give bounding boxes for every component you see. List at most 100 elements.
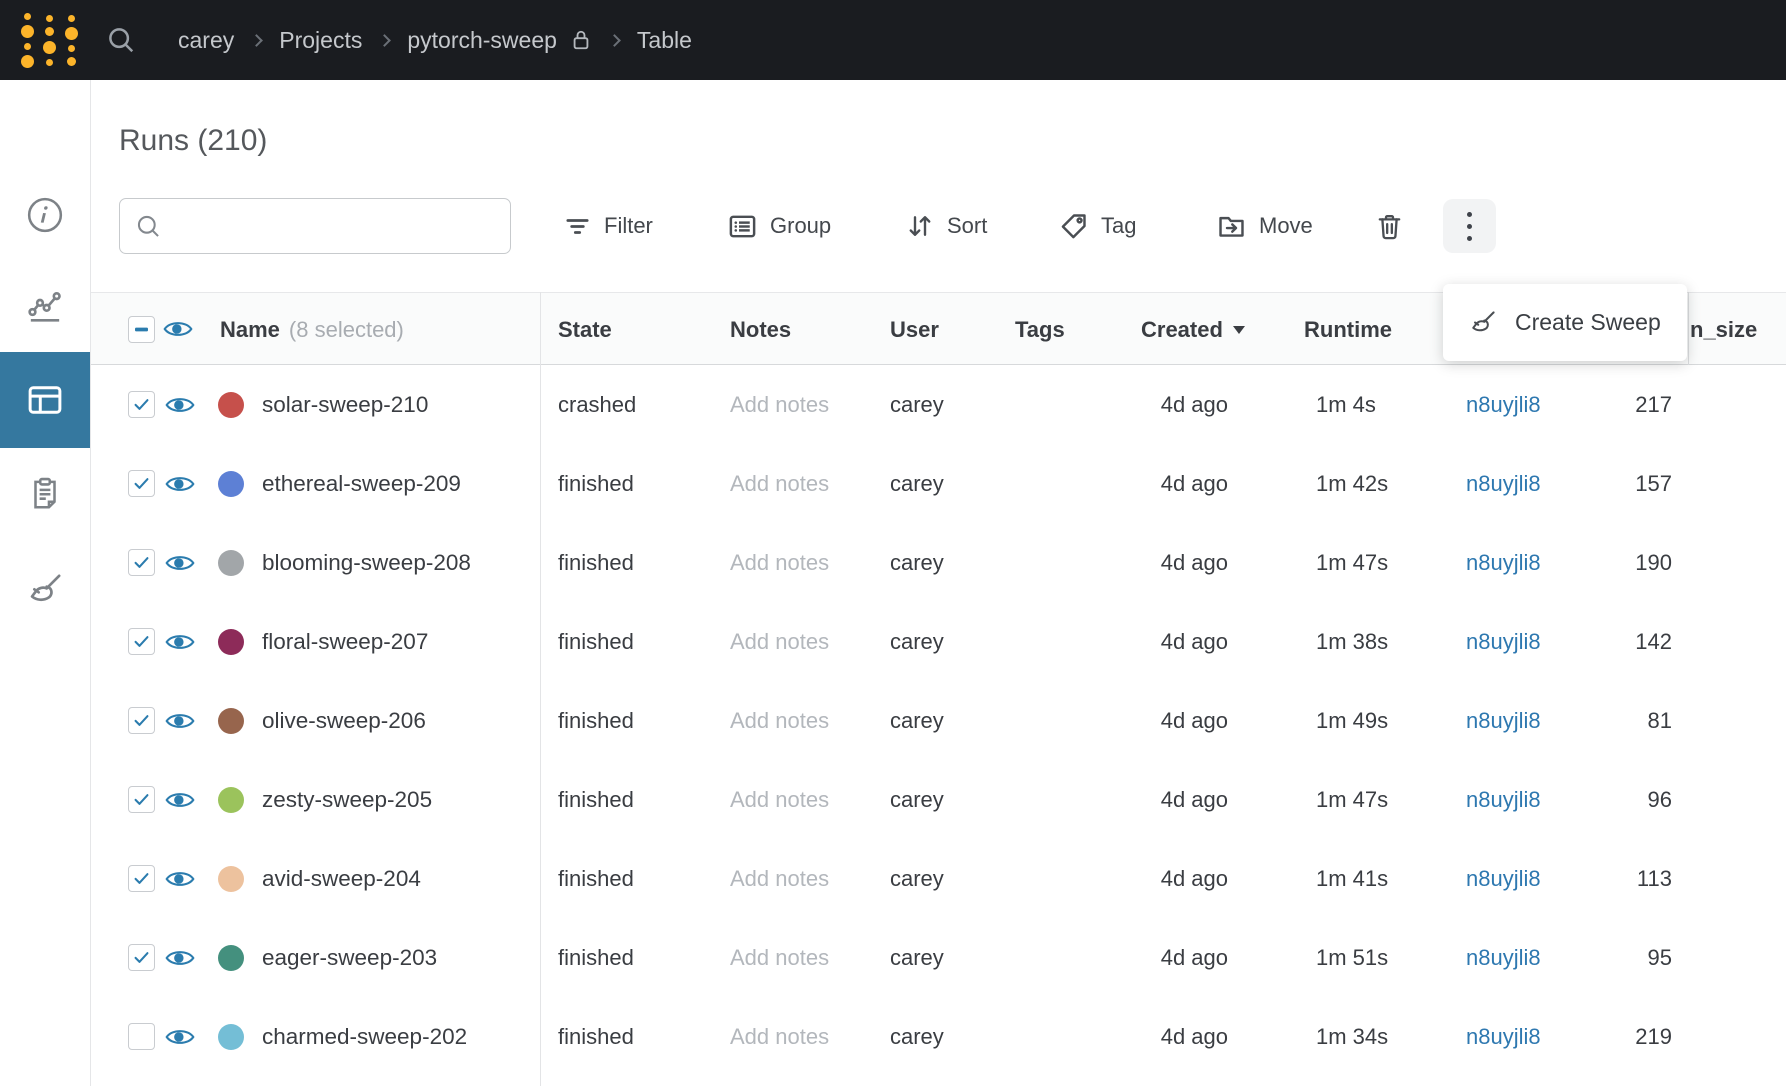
clipboard-icon xyxy=(26,474,64,512)
row-checkbox[interactable] xyxy=(128,707,155,734)
run-name-link[interactable]: solar-sweep-210 xyxy=(262,365,428,444)
breadcrumb-item[interactable]: Projects xyxy=(279,27,362,54)
run-created: 4d ago xyxy=(1081,997,1228,1076)
search-icon[interactable] xyxy=(106,25,136,55)
sort-button[interactable]: Sort xyxy=(905,198,987,254)
sweep-link[interactable]: n8uyjli8 xyxy=(1466,681,1541,760)
selected-count: (8 selected) xyxy=(289,317,404,343)
column-header-name[interactable]: Name (8 selected) xyxy=(220,293,404,366)
sidebar-item-charts[interactable] xyxy=(0,259,90,355)
add-notes-field[interactable]: Add notes xyxy=(730,839,829,918)
column-header-tags[interactable]: Tags xyxy=(1015,293,1065,366)
run-name-link[interactable]: zesty-sweep-205 xyxy=(262,760,432,839)
visibility-icon[interactable] xyxy=(165,628,195,656)
breadcrumb-item[interactable]: pytorch-sweep xyxy=(407,27,557,54)
run-name-link[interactable]: floral-sweep-207 xyxy=(262,602,428,681)
breadcrumb: carey Projects pytorch-sweep Table xyxy=(178,0,692,80)
row-checkbox[interactable] xyxy=(128,786,155,813)
sweep-link[interactable]: n8uyjli8 xyxy=(1466,760,1541,839)
run-name-link[interactable]: charmed-sweep-202 xyxy=(262,997,467,1076)
row-checkbox[interactable] xyxy=(128,628,155,655)
run-color-dot xyxy=(218,629,244,655)
run-created: 4d ago xyxy=(1081,681,1228,760)
move-button[interactable]: Move xyxy=(1216,198,1313,254)
group-icon xyxy=(727,211,758,242)
sweep-link[interactable]: n8uyjli8 xyxy=(1466,444,1541,523)
sidebar-item-info[interactable] xyxy=(0,167,90,263)
sweep-link[interactable]: n8uyjli8 xyxy=(1466,523,1541,602)
sidebar-item-runs-table[interactable] xyxy=(0,352,90,448)
column-header-notes[interactable]: Notes xyxy=(730,293,791,366)
run-state: finished xyxy=(558,444,634,523)
row-checkbox[interactable] xyxy=(128,549,155,576)
move-label: Move xyxy=(1259,213,1313,239)
visibility-icon[interactable] xyxy=(165,786,195,814)
add-notes-field[interactable]: Add notes xyxy=(730,681,829,760)
wandb-logo-icon[interactable] xyxy=(20,11,78,69)
check-icon xyxy=(132,395,151,414)
column-header-size-partial[interactable]: n_size xyxy=(1690,293,1757,366)
run-runtime: 1m 47s xyxy=(1316,760,1388,839)
visibility-icon[interactable] xyxy=(165,707,195,735)
row-checkbox[interactable] xyxy=(128,470,155,497)
visibility-icon[interactable] xyxy=(165,1023,195,1051)
sweep-link[interactable]: n8uyjli8 xyxy=(1466,839,1541,918)
column-header-runtime[interactable]: Runtime xyxy=(1304,293,1392,366)
run-name-link[interactable]: eager-sweep-203 xyxy=(262,918,437,997)
row-checkbox[interactable] xyxy=(128,1023,155,1050)
sweep-link[interactable]: n8uyjli8 xyxy=(1466,365,1541,444)
table-row: zesty-sweep-205 finished Add notes carey… xyxy=(91,760,1786,839)
add-notes-field[interactable]: Add notes xyxy=(730,918,829,997)
column-header-user[interactable]: User xyxy=(890,293,939,366)
run-created: 4d ago xyxy=(1081,365,1228,444)
run-state: finished xyxy=(558,918,634,997)
add-notes-field[interactable]: Add notes xyxy=(730,523,829,602)
group-button[interactable]: Group xyxy=(727,198,831,254)
create-sweep-menu-item[interactable]: Create Sweep xyxy=(1443,284,1687,361)
run-color-dot xyxy=(218,1024,244,1050)
sweep-link[interactable]: n8uyjli8 xyxy=(1466,602,1541,681)
delete-runs-button[interactable] xyxy=(1374,198,1405,254)
run-size-value: 95 xyxy=(1561,918,1672,997)
add-notes-field[interactable]: Add notes xyxy=(730,760,829,839)
column-header-created[interactable]: Created xyxy=(1141,293,1245,366)
row-checkbox[interactable] xyxy=(128,944,155,971)
add-notes-field[interactable]: Add notes xyxy=(730,997,829,1076)
table-row: eager-sweep-203 finished Add notes carey… xyxy=(91,918,1786,997)
run-size-value: 219 xyxy=(1561,997,1672,1076)
run-name-link[interactable]: olive-sweep-206 xyxy=(262,681,426,760)
row-checkbox[interactable] xyxy=(128,391,155,418)
run-created: 4d ago xyxy=(1081,839,1228,918)
add-notes-field[interactable]: Add notes xyxy=(730,365,829,444)
sidebar-item-notes[interactable] xyxy=(0,445,90,541)
visibility-icon[interactable] xyxy=(165,470,195,498)
runs-search-input[interactable] xyxy=(174,206,510,246)
sidebar-item-sweeps[interactable] xyxy=(0,542,90,638)
run-name-link[interactable]: blooming-sweep-208 xyxy=(262,523,471,602)
run-color-dot xyxy=(218,708,244,734)
sweep-link[interactable]: n8uyjli8 xyxy=(1466,918,1541,997)
select-all-checkbox[interactable] xyxy=(128,316,155,343)
breadcrumb-item[interactable]: Table xyxy=(637,27,692,54)
tag-button[interactable]: Tag xyxy=(1058,198,1136,254)
filter-button[interactable]: Filter xyxy=(563,198,653,254)
row-checkbox[interactable] xyxy=(128,865,155,892)
runs-search xyxy=(119,198,511,254)
name-header-label: Name xyxy=(220,317,280,343)
run-size-value: 81 xyxy=(1561,681,1672,760)
more-options-button[interactable] xyxy=(1443,199,1496,253)
visibility-icon[interactable] xyxy=(165,549,195,577)
run-name-link[interactable]: avid-sweep-204 xyxy=(262,839,421,918)
run-name-link[interactable]: ethereal-sweep-209 xyxy=(262,444,461,523)
visibility-icon[interactable] xyxy=(165,865,195,893)
visibility-all-icon[interactable] xyxy=(163,315,193,343)
visibility-icon[interactable] xyxy=(165,944,195,972)
breadcrumb-item[interactable]: carey xyxy=(178,27,234,54)
table-row: avid-sweep-204 finished Add notes carey … xyxy=(91,839,1786,918)
sweep-link[interactable]: n8uyjli8 xyxy=(1466,997,1541,1076)
table-row: charmed-sweep-202 finished Add notes car… xyxy=(91,997,1786,1076)
add-notes-field[interactable]: Add notes xyxy=(730,602,829,681)
visibility-icon[interactable] xyxy=(165,391,195,419)
add-notes-field[interactable]: Add notes xyxy=(730,444,829,523)
column-header-state[interactable]: State xyxy=(558,293,612,366)
